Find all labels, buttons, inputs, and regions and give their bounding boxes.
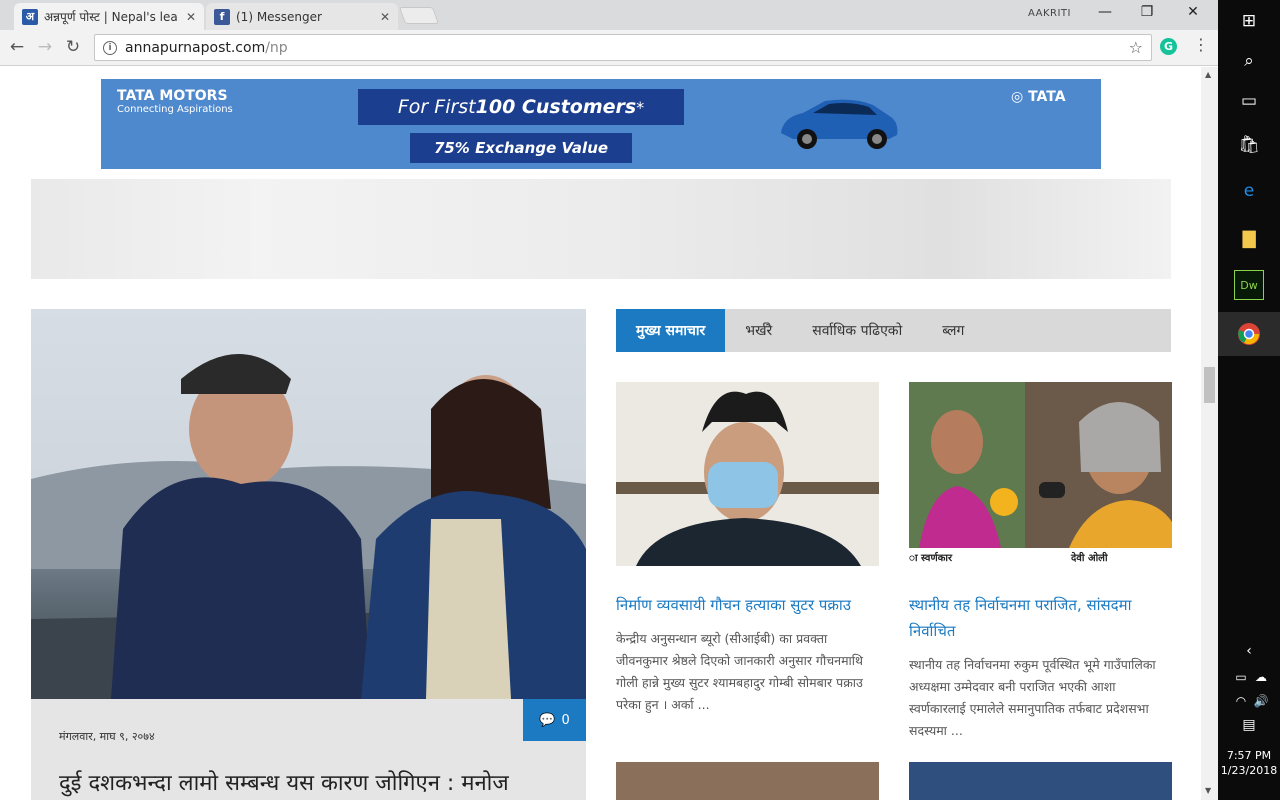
image-caption-left: ा स्वर्णकार — [909, 553, 953, 564]
maximize-icon[interactable]: ❐ — [1132, 4, 1162, 20]
windows-taskbar: ⊞ ⌕ ▭ 🛍 e ▇ Dw ‹ ▭ ☁ ◠ 🔊 ▤ 7:57 PM 1/23/… — [1218, 0, 1280, 800]
address-bar[interactable]: i annapurnapost.com/np ☆ — [94, 34, 1152, 61]
url-domain: annapurnapost.com — [125, 39, 266, 56]
tab-annapurna-post[interactable]: अ अन्नपूर्ण पोस्ट | Nepal's lea ✕ — [14, 3, 204, 30]
bookmark-star-icon[interactable]: ☆ — [1129, 38, 1143, 57]
news-card-image-graphic — [616, 382, 879, 566]
chrome-menu-icon[interactable]: ⋮ — [1193, 35, 1209, 54]
news-tabs: मुख्य समाचार भर्खरै सर्वाधिक पढिएको ब्लग — [616, 309, 1171, 352]
action-center-icon[interactable]: ▤ — [1234, 710, 1264, 740]
store-icon[interactable]: 🛍 — [1234, 130, 1264, 160]
annapurna-favicon-icon: अ — [22, 8, 38, 25]
ad-logo-text: TATA — [1028, 89, 1066, 105]
ad-headline-strong: 100 Customers — [475, 96, 637, 118]
clock-time: 7:57 PM — [1226, 749, 1272, 762]
ad-headline-mark: * — [636, 97, 645, 117]
file-explorer-icon[interactable]: ▇ — [1234, 224, 1264, 254]
facebook-favicon-icon: f — [214, 8, 230, 25]
edge-icon[interactable]: e — [1234, 176, 1264, 206]
scroll-up-icon[interactable]: ▲ — [1205, 70, 1211, 79]
news-card-image[interactable]: ा स्वर्णकार देवी ओली — [909, 382, 1172, 566]
tab-title: अन्नपूर्ण पोस्ट | Nepal's lea — [44, 10, 178, 24]
tab-strip: अ अन्नपूर्ण पोस्ट | Nepal's lea ✕ f (1) … — [0, 0, 1218, 30]
ad-headline: For First 100 Customers * — [358, 89, 684, 125]
browser-toolbar: ← → ↻ i annapurnapost.com/np ☆ G ⋮ — [0, 30, 1218, 66]
url-path: /np — [265, 39, 288, 56]
tab-most-read[interactable]: सर्वाधिक पढिएको — [792, 309, 922, 352]
browser-window: अ अन्नपूर्ण पोस्ट | Nepal's lea ✕ f (1) … — [0, 0, 1218, 800]
tab-latest[interactable]: भर्खरै — [725, 309, 792, 352]
comment-count[interactable]: 💬 0 — [523, 699, 586, 741]
scrollbar-thumb[interactable] — [1204, 367, 1215, 403]
news-card-image[interactable] — [616, 382, 879, 566]
tab-title: (1) Messenger — [236, 9, 322, 24]
news-card-image-partial[interactable] — [909, 762, 1172, 800]
ad-brand-line2: Connecting Aspirations — [117, 104, 233, 115]
tab-messenger[interactable]: f (1) Messenger ✕ — [206, 3, 398, 30]
ad-headline-prefix: For First — [397, 96, 476, 118]
article-date: मंगलवार, माघ ९, २०७४ — [59, 730, 155, 743]
tab-blog[interactable]: ब्लग — [922, 309, 984, 352]
tata-logo: ◎ TATA — [1011, 89, 1066, 105]
car-image — [781, 99, 898, 149]
news-card[interactable]: ा स्वर्णकार देवी ओली स्थानीय तह निर्वाचन… — [909, 382, 1172, 742]
news-card-image-graphic — [909, 382, 1172, 566]
page-scrollbar[interactable]: ▲ ▼ — [1201, 67, 1218, 800]
profile-name[interactable]: AAKRITI — [1028, 8, 1071, 19]
featured-photo-scene — [31, 354, 586, 699]
chrome-icon — [1238, 323, 1260, 345]
tab-close-icon[interactable]: ✕ — [380, 10, 390, 24]
system-clock[interactable]: 7:57 PM 1/23/2018 — [1218, 748, 1280, 778]
clock-date: 1/23/2018 — [1220, 764, 1278, 777]
chrome-taskbar-active[interactable] — [1218, 312, 1280, 356]
search-icon[interactable]: ⌕ — [1234, 46, 1264, 76]
featured-photo[interactable] — [31, 309, 586, 699]
news-card-title[interactable]: निर्माण व्यवसायी गौचन हत्याका सुटर पक्रा… — [616, 592, 879, 618]
minimize-icon[interactable]: — — [1090, 4, 1120, 20]
comment-icon: 💬 — [539, 712, 556, 728]
task-view-icon[interactable]: ▭ — [1234, 86, 1264, 116]
grammarly-extension-icon[interactable]: G — [1160, 38, 1177, 55]
news-card-desc: केन्द्रीय अनुसन्धान ब्यूरो (सीआईबी) का प… — [616, 631, 864, 712]
featured-headline[interactable]: दुई दशकभन्दा लामो सम्बन्ध यस कारण जोगिएन… — [59, 767, 509, 797]
news-card-title[interactable]: स्थानीय तह निर्वाचनमा पराजित, सांसदमा नि… — [909, 592, 1172, 644]
page-content: TATA MOTORS Connecting Aspirations For F… — [0, 67, 1201, 800]
tab-main-news[interactable]: मुख्य समाचार — [616, 309, 726, 352]
windows-start-icon[interactable]: ⊞ — [1234, 6, 1264, 36]
news-card[interactable]: निर्माण व्यवसायी गौचन हत्याका सुटर पक्रा… — [616, 382, 879, 716]
comment-count-value: 0 — [561, 712, 570, 728]
image-caption-right: देवी ओली — [1071, 553, 1108, 564]
news-card-desc: स्थानीय तह निर्वाचनमा रुकुम पूर्वस्थित भ… — [909, 657, 1156, 738]
back-arrow-icon[interactable]: ← — [6, 37, 28, 57]
reload-icon[interactable]: ↻ — [62, 37, 84, 57]
info-icon[interactable]: i — [103, 40, 117, 55]
tata-motors-ad[interactable]: TATA MOTORS Connecting Aspirations For F… — [101, 79, 1101, 169]
new-tab-button[interactable] — [398, 7, 440, 24]
ad-brand: TATA MOTORS Connecting Aspirations — [117, 89, 233, 117]
ad-brand-line1: TATA MOTORS — [117, 88, 228, 104]
featured-article[interactable]: 💬 0 मंगलवार, माघ ९, २०७४ दुई दशकभन्दा ला… — [31, 309, 586, 800]
dreamweaver-icon[interactable]: Dw — [1234, 270, 1264, 300]
close-window-icon[interactable]: ✕ — [1178, 4, 1208, 20]
news-card-image-partial[interactable] — [616, 762, 879, 800]
banner-image — [31, 179, 1171, 279]
forward-arrow-icon[interactable]: → — [34, 37, 56, 57]
ad-offer: 75% Exchange Value — [410, 133, 632, 163]
tab-close-icon[interactable]: ✕ — [186, 10, 196, 24]
scroll-down-icon[interactable]: ▼ — [1205, 786, 1211, 795]
